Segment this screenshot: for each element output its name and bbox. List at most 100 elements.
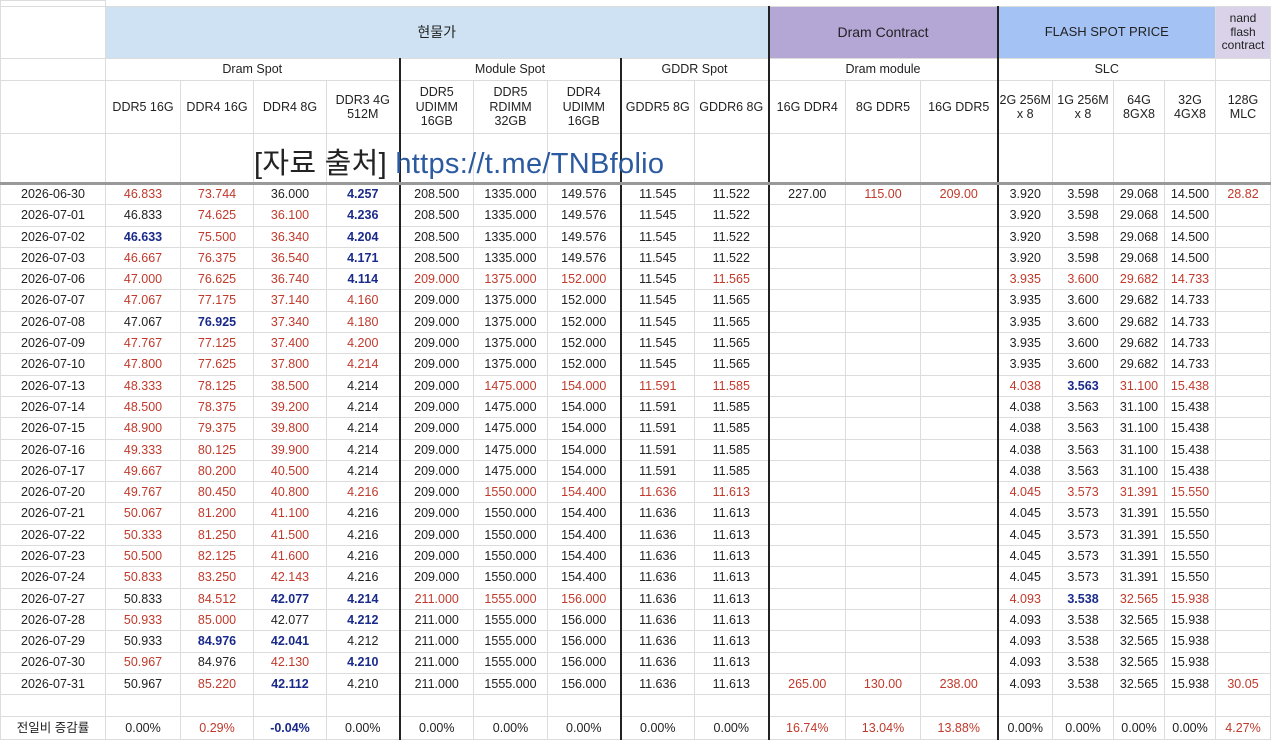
table-cell: 31.391 bbox=[1113, 566, 1165, 589]
table-cell bbox=[1215, 502, 1271, 525]
table-cell bbox=[767, 204, 846, 227]
table-cell bbox=[845, 438, 921, 461]
table-cell: 39.200 bbox=[253, 395, 327, 419]
table-cell: 152.000 bbox=[547, 310, 621, 334]
table-cell: 4.045 bbox=[996, 481, 1053, 504]
table-cell: 4.214 bbox=[326, 587, 400, 610]
row-label: 2026-07-17 bbox=[0, 459, 106, 483]
table-cell: 15.938 bbox=[1164, 651, 1216, 674]
table-cell: 3.573 bbox=[1052, 566, 1114, 589]
table-cell: 4.180 bbox=[326, 310, 400, 334]
table-cell: 4.216 bbox=[326, 566, 400, 589]
table-cell: 4.038 bbox=[996, 459, 1053, 483]
table-cell: 36.540 bbox=[253, 246, 327, 270]
table-cell: 11.591 bbox=[619, 417, 695, 440]
table-cell: 11.636 bbox=[619, 481, 695, 504]
table-cell: 11.522 bbox=[694, 182, 769, 206]
table-cell bbox=[845, 481, 921, 504]
table-cell: 154.400 bbox=[547, 523, 621, 547]
table-cell: 149.576 bbox=[547, 204, 621, 227]
table-cell: 152.000 bbox=[547, 353, 621, 376]
column-header: DDR4 UDIMM 16GB bbox=[547, 80, 621, 134]
row-label: 2026-07-14 bbox=[0, 395, 106, 419]
table-cell bbox=[767, 630, 846, 653]
table-cell: 15.438 bbox=[1164, 438, 1216, 461]
row-label: 2026-07-08 bbox=[0, 310, 106, 334]
table-cell: 149.576 bbox=[547, 246, 621, 270]
table-cell: 11.591 bbox=[619, 459, 695, 483]
table-cell: 3.935 bbox=[996, 289, 1053, 312]
table-cell: 15.938 bbox=[1164, 630, 1216, 653]
table-cell bbox=[767, 545, 846, 568]
table-cell bbox=[920, 630, 998, 653]
table-cell bbox=[920, 268, 998, 291]
table-cell: 4.045 bbox=[996, 502, 1053, 525]
table-cell: 4.204 bbox=[326, 225, 400, 248]
table-cell bbox=[845, 417, 921, 440]
table-cell bbox=[920, 481, 998, 504]
table-cell: 154.000 bbox=[547, 417, 621, 440]
table-cell: 49.767 bbox=[105, 481, 181, 504]
table-cell: 4.093 bbox=[996, 672, 1053, 696]
price-table: 현물가 Dram Contract FLASH SPOT PRICE nand … bbox=[0, 0, 1271, 740]
table-cell: 4.045 bbox=[996, 523, 1053, 547]
table-cell bbox=[1215, 566, 1271, 589]
table-row: 2026-07-21 50.067 81.200 41.100 4.216 209.000… bbox=[0, 502, 1271, 525]
table-cell: 209.000 bbox=[398, 332, 474, 355]
row-label: 2026-07-09 bbox=[0, 332, 106, 355]
table-cell: 3.600 bbox=[1052, 353, 1114, 376]
table-cell bbox=[845, 310, 921, 334]
table-cell: 49.667 bbox=[105, 459, 181, 483]
table-cell: 31.100 bbox=[1113, 417, 1165, 440]
table-cell: 1475.000 bbox=[473, 395, 548, 419]
table-cell: 209.000 bbox=[398, 459, 474, 483]
table-cell: 154.400 bbox=[547, 545, 621, 568]
table-cell: 4.045 bbox=[996, 566, 1053, 589]
source-link[interactable]: https://t.me/TNBfolio bbox=[395, 148, 664, 180]
table-cell: 4.214 bbox=[326, 438, 400, 461]
table-row: 2026-07-16 49.333 80.125 39.900 4.214 209.000… bbox=[0, 438, 1271, 461]
table-cell: 11.613 bbox=[694, 630, 769, 653]
table-cell: 3.538 bbox=[1052, 587, 1114, 610]
table-cell: 39.800 bbox=[253, 417, 327, 440]
table-cell: 47.000 bbox=[105, 268, 181, 291]
table-cell: 11.636 bbox=[619, 608, 695, 632]
table-cell: 11.591 bbox=[619, 438, 695, 461]
table-cell bbox=[1215, 417, 1271, 440]
table-cell: 156.000 bbox=[547, 608, 621, 632]
table-cell: 47.067 bbox=[105, 310, 181, 334]
table-cell: 36.000 bbox=[253, 182, 327, 206]
row-label: 2026-07-22 bbox=[0, 523, 106, 547]
table-cell: 211.000 bbox=[398, 608, 474, 632]
table-cell bbox=[845, 651, 921, 674]
table-cell: 76.625 bbox=[180, 268, 254, 291]
table-cell: 4.214 bbox=[326, 395, 400, 419]
table-cell: 3.538 bbox=[1052, 672, 1114, 696]
table-cell: 85.000 bbox=[180, 608, 254, 632]
group-header-spot: 현물가 bbox=[105, 6, 769, 59]
table-cell: 4.216 bbox=[326, 523, 400, 547]
table-cell: 81.250 bbox=[180, 523, 254, 547]
table-cell bbox=[920, 523, 998, 547]
table-cell: 78.125 bbox=[180, 374, 254, 397]
table-row: 2026-07-13 48.333 78.125 38.500 4.214 209.000… bbox=[0, 374, 1271, 397]
table-cell: 1375.000 bbox=[473, 332, 548, 355]
table-cell: 39.900 bbox=[253, 438, 327, 461]
table-cell bbox=[845, 566, 921, 589]
table-cell: 3.563 bbox=[1052, 417, 1114, 440]
table-cell: 11.585 bbox=[694, 417, 769, 440]
table-cell bbox=[767, 438, 846, 461]
table-cell: 11.585 bbox=[694, 374, 769, 397]
table-cell: 11.613 bbox=[694, 651, 769, 674]
table-cell: 15.938 bbox=[1164, 672, 1216, 696]
table-cell: 209.000 bbox=[398, 268, 474, 291]
table-cell bbox=[845, 502, 921, 525]
table-cell: 1550.000 bbox=[473, 502, 548, 525]
table-cell: 4.210 bbox=[326, 672, 400, 696]
table-cell: 14.733 bbox=[1164, 268, 1216, 291]
table-cell: 11.522 bbox=[694, 225, 769, 248]
table-row: 2026-07-01 46.833 74.625 36.100 4.236 208.500… bbox=[0, 204, 1271, 227]
table-cell: 3.598 bbox=[1052, 246, 1114, 270]
table-cell: 11.545 bbox=[619, 268, 695, 291]
table-cell: 211.000 bbox=[398, 672, 474, 696]
